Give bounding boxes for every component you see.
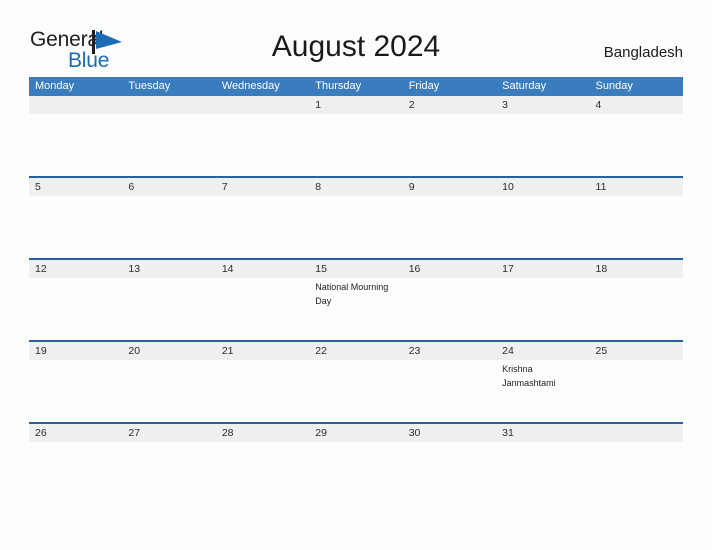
day-number[interactable]: 23 [403,342,496,360]
day-event-text[interactable] [122,442,215,504]
day-number[interactable] [122,96,215,114]
day-event-text[interactable] [29,196,122,258]
day-event-text[interactable] [309,442,402,504]
week-event-strip: National Mourning Day [29,278,683,340]
day-number[interactable]: 27 [122,424,215,442]
day-event-text[interactable] [309,114,402,176]
week-event-strip: Krishna Janmashtami [29,360,683,422]
week-event-strip [29,114,683,176]
page-header: General Blue August 2024 Bangladesh [0,0,712,76]
day-event-text[interactable] [403,360,496,422]
day-event-text[interactable] [216,360,309,422]
day-event-text[interactable] [496,114,589,176]
day-number[interactable]: 1 [309,96,402,114]
day-number[interactable]: 26 [29,424,122,442]
week-date-strip: 5 6 7 8 9 10 11 [29,178,683,196]
day-event-text[interactable] [496,442,589,504]
day-event-text[interactable] [403,442,496,504]
day-number[interactable]: 24 [496,342,589,360]
day-number[interactable]: 25 [590,342,683,360]
day-event-text[interactable] [590,196,683,258]
day-event-text[interactable] [216,114,309,176]
day-event-text[interactable] [122,114,215,176]
calendar-week-row: 1234 [29,96,683,176]
weekday-header-cell: Friday [408,80,440,92]
weekday-header-cell: Thursday [315,80,362,92]
day-event-text[interactable]: National Mourning Day [309,278,402,340]
calendar-week-row: 19 20 21 22 23 24 25 Krishna Janmashtami [29,340,683,422]
calendar-week-row: 12 13 14 15 16 17 18 National Mourning Day [29,258,683,340]
calendar-grid: Monday Tuesday Wednesday Thursday Friday Satu… [29,77,683,504]
day-event-text[interactable] [122,360,215,422]
day-event-text[interactable] [590,442,683,504]
day-number[interactable]: 3 [496,96,589,114]
weekday-header-row: Monday Tuesday Wednesday Thursday Friday Satu… [29,77,683,96]
day-event-text[interactable] [496,278,589,340]
day-number[interactable]: 12 [29,260,122,278]
day-number[interactable]: 29 [309,424,402,442]
week-date-strip: 26 27 28 29 30 31 [29,424,683,442]
weekday-header-cell: Wednesday [221,80,280,92]
day-number[interactable] [216,96,309,114]
day-number[interactable]: 15 [309,260,402,278]
day-event-text[interactable] [29,442,122,504]
day-event-text[interactable]: Krishna Janmashtami [496,360,589,422]
day-number[interactable]: 22 [309,342,402,360]
day-event-text[interactable] [29,278,122,340]
day-number[interactable] [29,96,122,114]
country-label: Bangladesh [603,44,683,61]
day-number[interactable]: 28 [216,424,309,442]
day-event-text[interactable] [309,360,402,422]
calendar-page: General Blue August 2024 Bangladesh Mond… [0,0,712,550]
day-number[interactable]: 30 [403,424,496,442]
day-event-text[interactable] [590,114,683,176]
day-event-text[interactable] [29,114,122,176]
calendar-week-row: 5 6 7 8 9 10 11 [29,176,683,258]
day-number[interactable]: 13 [122,260,215,278]
calendar-body: 1 2 3 4 5 6 7 8 9 10 11 12 13 14 15 16 17 18 National Mour… [29,96,683,504]
day-number[interactable] [590,424,683,442]
day-event-text[interactable] [122,196,215,258]
week-date-strip: 12 13 14 15 16 17 18 [29,260,683,278]
day-number[interactable]: 16 [403,260,496,278]
week-date-strip: 19 20 21 22 23 24 25 [29,342,683,360]
week-event-strip [29,442,683,504]
day-number[interactable]: 19 [29,342,122,360]
day-event-text[interactable] [122,278,215,340]
day-number[interactable]: 21 [216,342,309,360]
day-number[interactable]: 7 [216,178,309,196]
day-number[interactable]: 6 [122,178,215,196]
day-event-text[interactable] [403,114,496,176]
day-number[interactable]: 4 [590,96,683,114]
day-event-text[interactable] [216,442,309,504]
day-event-text[interactable] [29,360,122,422]
day-event-text[interactable] [590,278,683,340]
day-number[interactable]: 10 [496,178,589,196]
day-event-text[interactable] [216,278,309,340]
day-event-text[interactable] [403,196,496,258]
day-number[interactable]: 2 [403,96,496,114]
weekday-header-cell: Saturday [502,80,547,92]
day-event-text[interactable] [590,360,683,422]
weekday-header-cell: Monday [35,80,75,92]
day-event-text[interactable] [403,278,496,340]
day-number[interactable]: 14 [216,260,309,278]
day-number[interactable]: 8 [309,178,402,196]
day-number[interactable]: 17 [496,260,589,278]
week-event-strip [29,196,683,258]
day-event-text[interactable] [496,196,589,258]
day-number[interactable]: 9 [403,178,496,196]
day-number[interactable]: 18 [590,260,683,278]
calendar-week-row: 26 27 28 29 30 31 [29,422,683,504]
day-number[interactable]: 31 [496,424,589,442]
day-event-text[interactable] [309,196,402,258]
day-number[interactable]: 11 [590,178,683,196]
weekday-header-cell: Sunday [595,80,633,92]
weekday-header-cell: Tuesday [128,80,171,92]
day-number[interactable]: 20 [122,342,215,360]
day-event-text[interactable] [216,196,309,258]
day-number[interactable]: 5 [29,178,122,196]
week-date-strip: 1234 [29,96,683,114]
